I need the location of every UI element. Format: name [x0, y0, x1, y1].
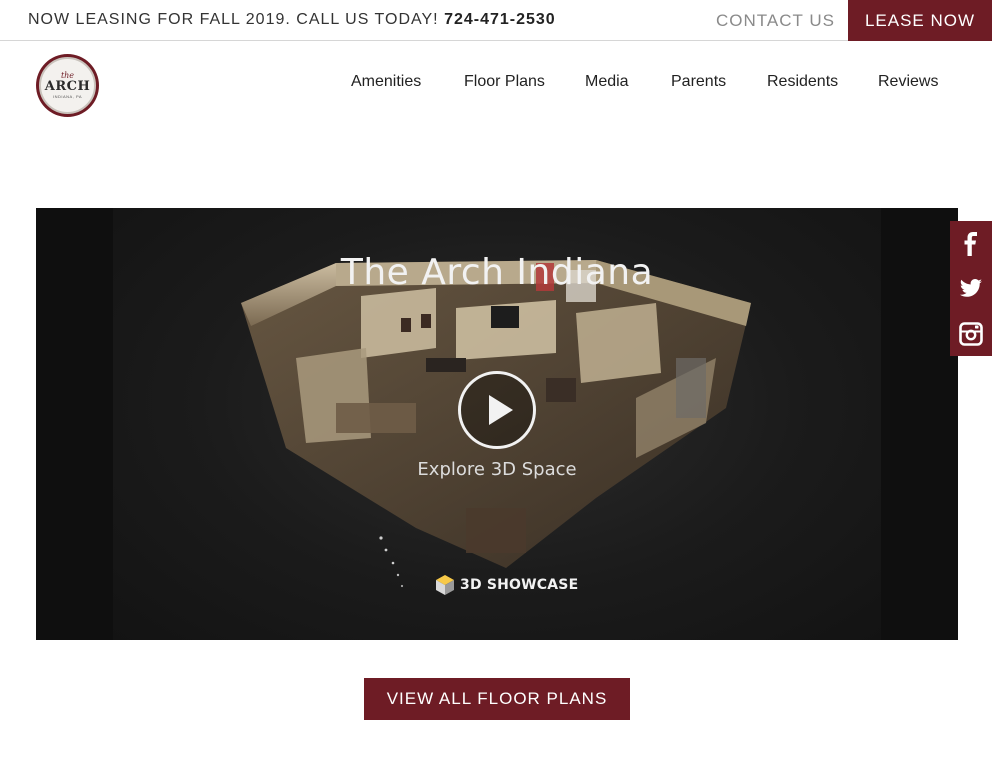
leasing-announcement: NOW LEASING FOR FALL 2019. CALL US TODAY… [28, 11, 556, 29]
instagram-link[interactable] [950, 311, 992, 356]
nav-item-floor-plans[interactable]: Floor Plans [464, 73, 545, 91]
cube-icon [436, 575, 454, 595]
phone-number[interactable]: 724-471-2530 [444, 11, 556, 28]
facebook-link[interactable] [950, 221, 992, 266]
nav-item-residents[interactable]: Residents [767, 73, 838, 91]
view-all-floor-plans-button[interactable]: VIEW ALL FLOOR PLANS [364, 678, 630, 720]
play-icon [489, 395, 513, 425]
facebook-icon [964, 231, 977, 256]
nav-item-media[interactable]: Media [585, 73, 629, 91]
3d-tour-viewer[interactable]: The Arch Indiana Explore 3D Space 3D SHO… [36, 208, 958, 640]
contact-us-link[interactable]: CONTACT US [716, 11, 835, 31]
top-bar: NOW LEASING FOR FALL 2019. CALL US TODAY… [0, 0, 992, 41]
tour-title: The Arch Indiana [340, 252, 654, 293]
instagram-icon [959, 321, 983, 346]
nav-item-parents[interactable]: Parents [671, 73, 726, 91]
main-nav: Amenities Floor Plans Media Parents Resi… [0, 73, 992, 95]
nav-item-reviews[interactable]: Reviews [878, 73, 938, 91]
lease-now-button[interactable]: LEASE NOW [848, 0, 992, 41]
play-button[interactable] [458, 371, 536, 449]
twitter-icon [960, 278, 982, 297]
nav-item-amenities[interactable]: Amenities [351, 73, 421, 91]
explore-3d-label: Explore 3D Space [417, 459, 577, 480]
3d-showcase-badge[interactable]: 3D SHOWCASE [434, 574, 578, 596]
social-sidebar [950, 221, 992, 356]
twitter-link[interactable] [950, 266, 992, 311]
announcement-text: NOW LEASING FOR FALL 2019. CALL US TODAY… [28, 11, 439, 28]
3d-showcase-label: 3D SHOWCASE [460, 577, 579, 593]
